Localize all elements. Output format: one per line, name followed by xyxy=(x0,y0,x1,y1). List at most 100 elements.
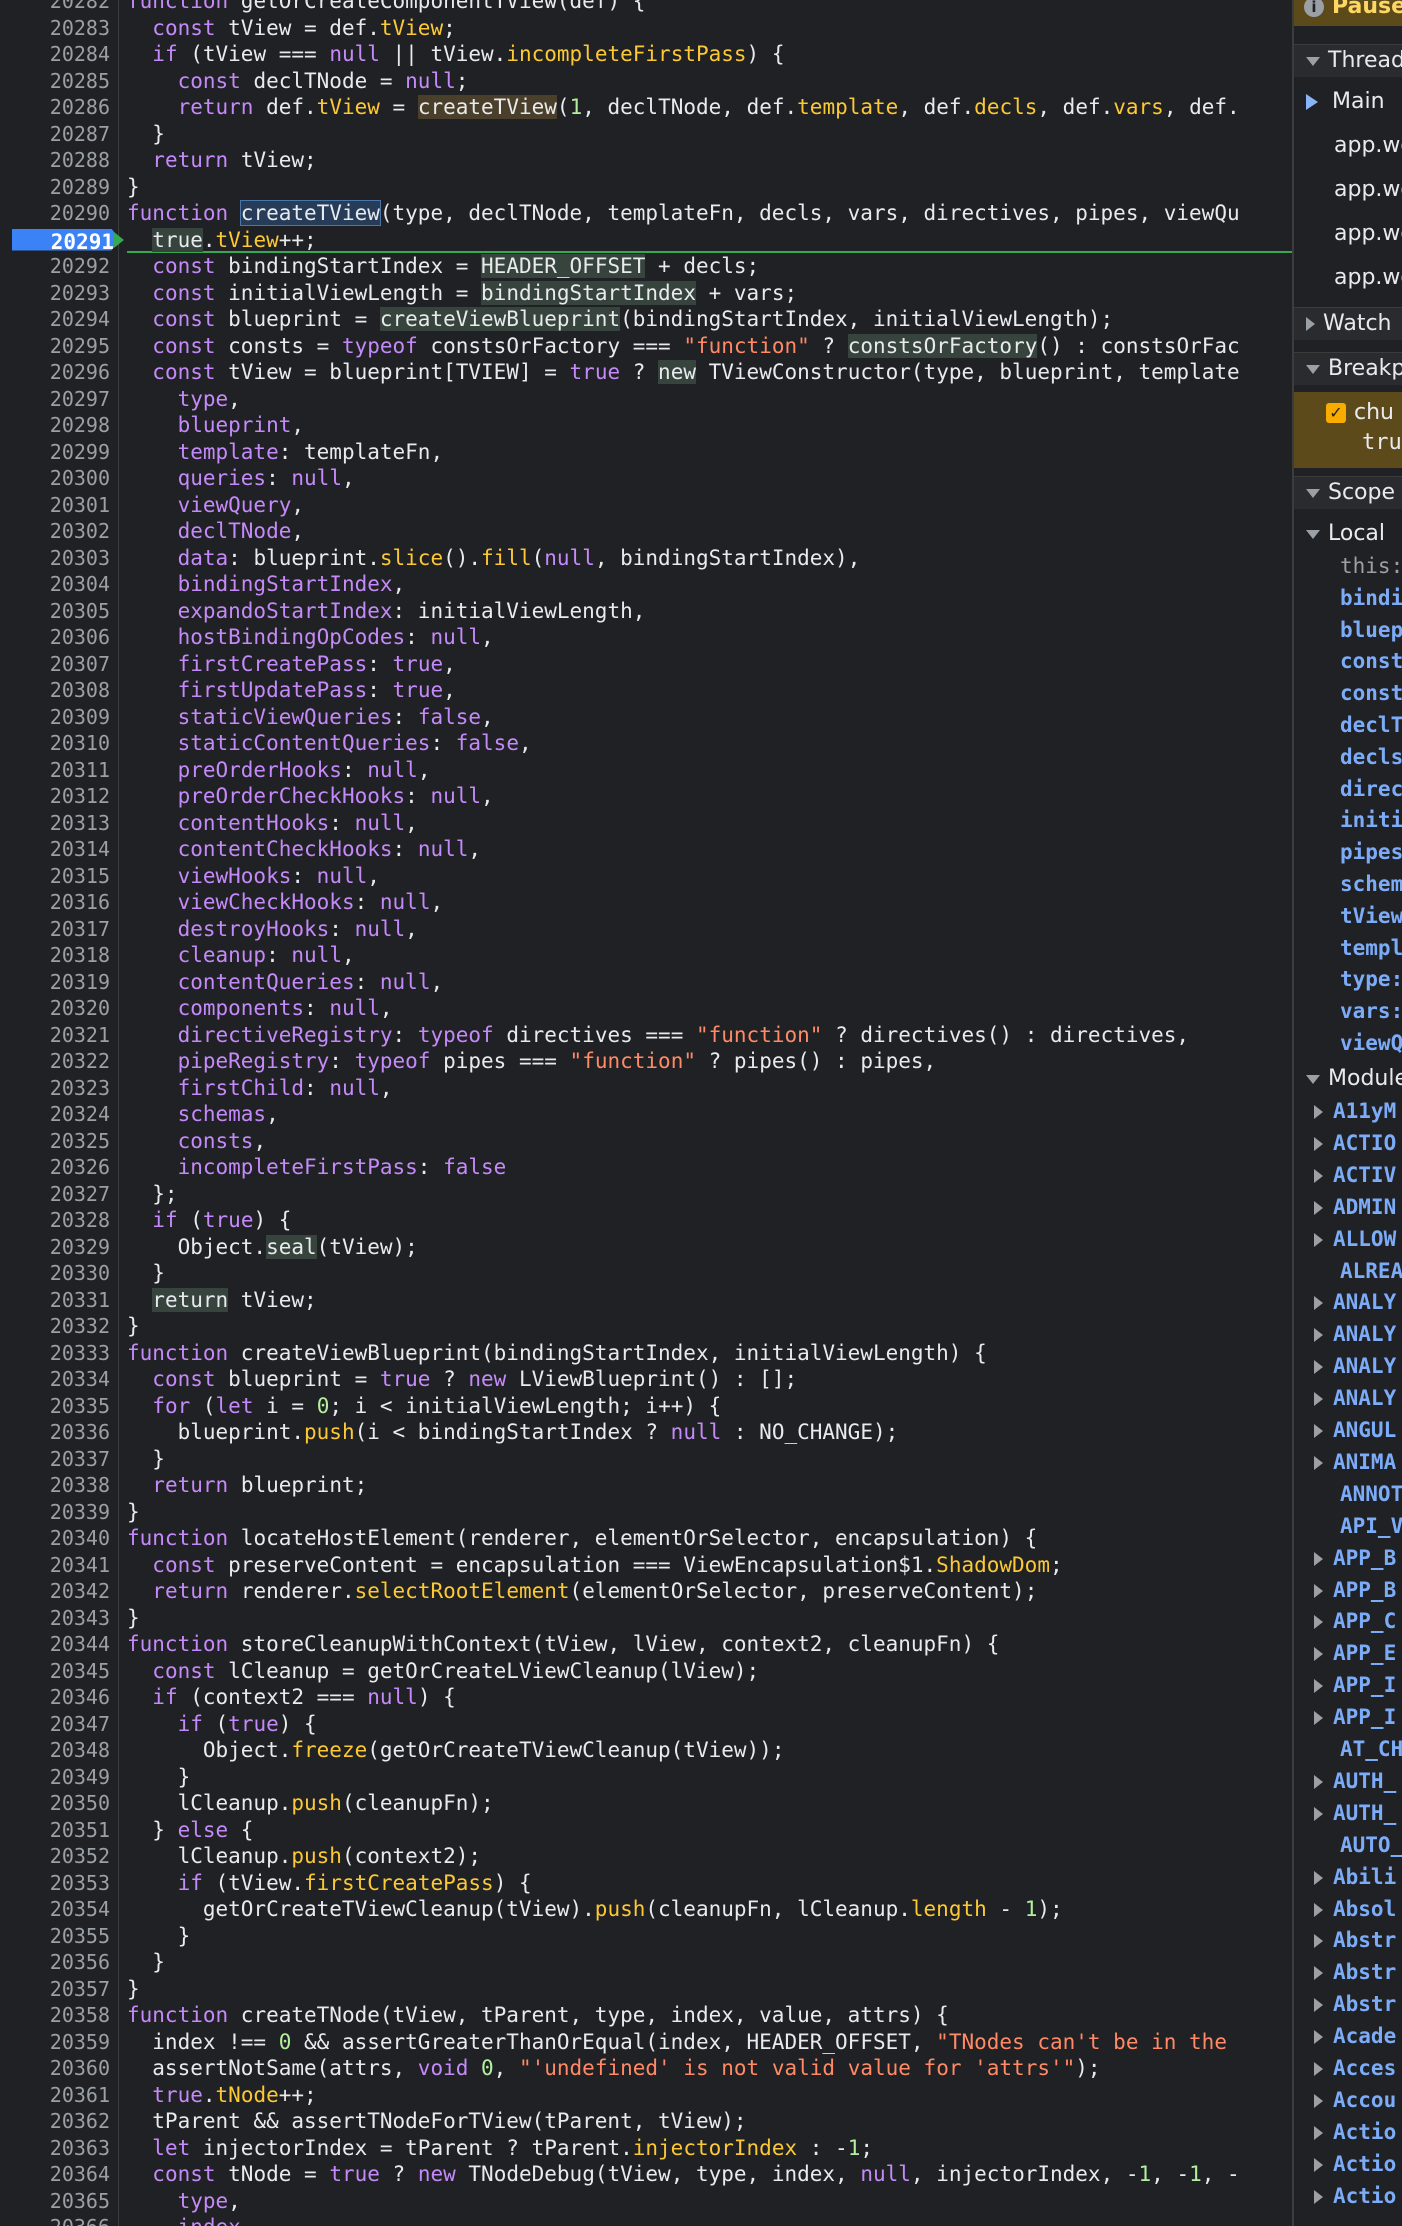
code-text[interactable]: contentCheckHooks: null, xyxy=(127,836,481,863)
code-text[interactable]: } xyxy=(127,1949,165,1976)
code-text[interactable]: const tNode = true ? new TNodeDebug(tVie… xyxy=(127,2161,1239,2188)
code-text[interactable]: function locateHostElement(renderer, ele… xyxy=(127,1525,1037,1552)
line-number[interactable]: 20325 xyxy=(0,1128,110,1155)
thread-item[interactable]: Main xyxy=(1294,86,1402,118)
module-variable[interactable]: AT_CH xyxy=(1294,1733,1402,1765)
module-variable[interactable]: Actio xyxy=(1294,2180,1402,2212)
code-text[interactable]: lCleanup.push(context2); xyxy=(127,1843,481,1870)
scope-variable[interactable]: templ xyxy=(1294,932,1402,964)
collapse-right-icon[interactable] xyxy=(1314,1934,1323,1949)
collapse-right-icon[interactable] xyxy=(1314,1870,1323,1885)
line-number[interactable]: 20285 xyxy=(0,68,110,95)
line-number[interactable]: 20335 xyxy=(0,1393,110,1420)
code-text[interactable]: if (context2 === null) { xyxy=(127,1684,455,1711)
line-number[interactable]: 20321 xyxy=(0,1022,110,1049)
module-variable[interactable]: Abstr xyxy=(1294,1988,1402,2020)
expand-down-icon[interactable] xyxy=(1306,364,1320,374)
watch-section-header[interactable]: Watch xyxy=(1294,307,1402,340)
code-text[interactable]: blueprint, xyxy=(127,412,304,439)
line-number[interactable]: 20284 xyxy=(0,41,110,68)
collapse-right-icon[interactable] xyxy=(1306,317,1315,331)
code-text[interactable]: if (tView === null || tView.incompleteFi… xyxy=(127,41,784,68)
collapse-right-icon[interactable] xyxy=(1314,1360,1323,1375)
line-number[interactable]: 20366 xyxy=(0,2214,110,2226)
line-number[interactable]: 20362 xyxy=(0,2108,110,2135)
line-number[interactable]: 20305 xyxy=(0,598,110,625)
module-variable[interactable]: A11yM xyxy=(1294,1095,1402,1127)
line-number[interactable]: 20359 xyxy=(0,2029,110,2056)
code-text[interactable]: } xyxy=(127,1260,165,1287)
expand-down-icon[interactable] xyxy=(1306,1074,1320,1084)
collapse-right-icon[interactable] xyxy=(1314,2189,1323,2204)
code-text[interactable]: const bindingStartIndex = HEADER_OFFSET … xyxy=(127,253,759,280)
module-variable[interactable]: APP_E xyxy=(1294,1637,1402,1669)
module-variable[interactable]: ALLOW xyxy=(1294,1223,1402,1255)
line-number[interactable]: 20351 xyxy=(0,1817,110,1844)
line-number[interactable]: 20299 xyxy=(0,439,110,466)
code-text[interactable]: } xyxy=(127,1764,191,1791)
collapse-right-icon[interactable] xyxy=(1314,2093,1323,2108)
breakpoint-checkbox[interactable]: ✓ xyxy=(1326,403,1346,423)
line-number[interactable]: 20334 xyxy=(0,1366,110,1393)
collapse-right-icon[interactable] xyxy=(1314,1966,1323,1981)
code-text[interactable]: assertNotSame(attrs, void 0, "'undefined… xyxy=(127,2055,1100,2082)
line-number[interactable]: 20322 xyxy=(0,1048,110,1075)
line-number[interactable]: 20296 xyxy=(0,359,110,386)
thread-item[interactable]: app.wo xyxy=(1294,218,1402,250)
module-variable[interactable]: APP_C xyxy=(1294,1605,1402,1637)
code-text[interactable]: getOrCreateTViewCleanup(tView).push(clea… xyxy=(127,1896,1063,1923)
line-number[interactable]: 20356 xyxy=(0,1949,110,1976)
line-number[interactable]: 20350 xyxy=(0,1790,110,1817)
line-number[interactable]: 20341 xyxy=(0,1552,110,1579)
module-variable[interactable]: ADMIN xyxy=(1294,1191,1402,1223)
line-number[interactable]: 20337 xyxy=(0,1446,110,1473)
code-text[interactable]: const tView = def.tView; xyxy=(127,15,455,42)
line-number[interactable]: 20349 xyxy=(0,1764,110,1791)
line-number[interactable]: 20330 xyxy=(0,1260,110,1287)
code-text[interactable]: return tView; xyxy=(127,147,316,174)
code-text[interactable]: function createTNode(tView, tParent, typ… xyxy=(127,2002,949,2029)
code-text[interactable]: destroyHooks: null, xyxy=(127,916,418,943)
line-number[interactable]: 20300 xyxy=(0,465,110,492)
code-text[interactable]: index, xyxy=(127,2214,254,2226)
code-text[interactable]: type, xyxy=(127,2188,241,2215)
line-number[interactable]: 20348 xyxy=(0,1737,110,1764)
code-text[interactable]: type, xyxy=(127,386,241,413)
line-number[interactable]: 20363 xyxy=(0,2135,110,2162)
line-number[interactable]: 20306 xyxy=(0,624,110,651)
line-number[interactable]: 20308 xyxy=(0,677,110,704)
collapse-right-icon[interactable] xyxy=(1314,2125,1323,2140)
breakpoint-item[interactable]: ✓ chu tru xyxy=(1294,392,1402,468)
line-number[interactable]: 20309 xyxy=(0,704,110,731)
code-text[interactable]: for (let i = 0; i < initialViewLength; i… xyxy=(127,1393,721,1420)
code-text[interactable]: bindingStartIndex, xyxy=(127,571,406,598)
code-text[interactable]: cleanup: null, xyxy=(127,942,355,969)
line-number[interactable]: 20288 xyxy=(0,147,110,174)
code-text[interactable]: queries: null, xyxy=(127,465,355,492)
code-text[interactable]: if (tView.firstCreatePass) { xyxy=(127,1870,532,1897)
line-number[interactable]: 20312 xyxy=(0,783,110,810)
code-text[interactable]: firstUpdatePass: true, xyxy=(127,677,456,704)
scope-section-header[interactable]: Scope xyxy=(1294,476,1402,509)
collapse-right-icon[interactable] xyxy=(1314,1711,1323,1726)
module-variable[interactable]: APP_I xyxy=(1294,1669,1402,1701)
line-number[interactable]: 20313 xyxy=(0,810,110,837)
code-text[interactable]: function createTView(type, declTNode, te… xyxy=(127,200,1240,227)
expand-down-icon[interactable] xyxy=(1306,529,1320,539)
module-variable[interactable]: ACTIV xyxy=(1294,1159,1402,1191)
code-text[interactable]: const initialViewLength = bindingStartIn… xyxy=(127,280,797,307)
line-number[interactable]: 20338 xyxy=(0,1472,110,1499)
collapse-right-icon[interactable] xyxy=(1314,1296,1323,1311)
module-variable[interactable]: Abstr xyxy=(1294,1924,1402,1956)
line-number[interactable]: 20320 xyxy=(0,995,110,1022)
collapse-right-icon[interactable] xyxy=(1314,1551,1323,1566)
module-variable[interactable]: Abstr xyxy=(1294,1956,1402,1988)
code-text[interactable]: return def.tView = createTView(1, declTN… xyxy=(127,94,1240,121)
collapse-right-icon[interactable] xyxy=(1314,1168,1323,1183)
collapse-right-icon[interactable] xyxy=(1314,1392,1323,1407)
code-text[interactable]: data: blueprint.slice().fill(null, bindi… xyxy=(127,545,861,572)
code-text[interactable]: if (true) { xyxy=(127,1207,291,1234)
code-text[interactable]: blueprint.push(i < bindingStartIndex ? n… xyxy=(127,1419,899,1446)
line-number[interactable]: 20328 xyxy=(0,1207,110,1234)
code-text[interactable]: declTNode, xyxy=(127,518,304,545)
